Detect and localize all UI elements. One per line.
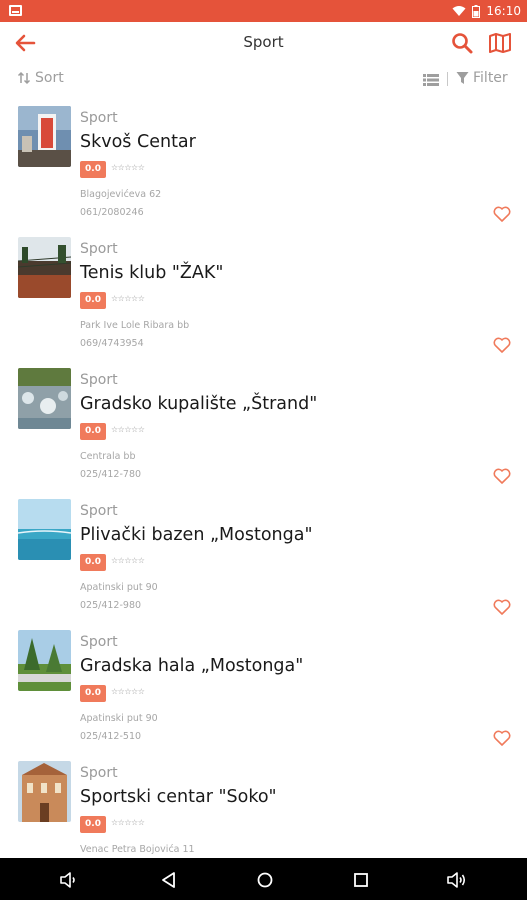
item-phone[interactable]: 061/2080246 [80, 207, 144, 218]
star-rating: ☆☆☆☆☆ [111, 294, 145, 303]
item-address: Blagojevićeva 62 [80, 189, 162, 200]
item-title[interactable]: Sportski centar "Soko" [80, 787, 277, 807]
volume-up-icon[interactable] [446, 869, 468, 891]
notification-icon [9, 5, 22, 16]
sort-button[interactable]: Sort [17, 70, 64, 86]
list-item[interactable]: Sport Plivački bazen „Mostonga" 0.0 ☆☆☆☆… [0, 489, 527, 620]
item-address: Apatinski put 90 [80, 713, 158, 724]
item-address: Centrala bb [80, 451, 136, 462]
sort-label: Sort [35, 70, 64, 86]
rating-badge: 0.0 [80, 423, 106, 440]
place-thumbnail [18, 106, 71, 167]
filter-button[interactable]: Filter [456, 70, 508, 86]
toolbar-divider [447, 72, 448, 86]
item-title[interactable]: Gradsko kupalište „Štrand" [80, 394, 317, 414]
star-rating: ☆☆☆☆☆ [111, 163, 145, 172]
item-address: Venac Petra Bojovića 11 [80, 844, 195, 855]
item-address: Park Ive Lole Ribara bb [80, 320, 190, 331]
map-icon[interactable] [486, 30, 514, 56]
item-category: Sport [80, 110, 118, 126]
place-thumbnail [18, 630, 71, 691]
item-title[interactable]: Plivački bazen „Mostonga" [80, 525, 313, 545]
list-item[interactable]: Sport Gradsko kupalište „Štrand" 0.0 ☆☆☆… [0, 358, 527, 489]
status-icons: 16:10 [452, 3, 521, 19]
star-rating: ☆☆☆☆☆ [111, 425, 145, 434]
volume-down-icon[interactable] [58, 869, 80, 891]
filter-label: Filter [473, 70, 508, 86]
heart-icon[interactable] [493, 468, 511, 484]
list-item[interactable]: Sport Sportski centar "Soko" 0.0 ☆☆☆☆☆ V… [0, 751, 527, 858]
back-nav-icon[interactable] [158, 869, 180, 891]
item-title[interactable]: Gradska hala „Mostonga" [80, 656, 303, 676]
home-nav-icon[interactable] [254, 869, 276, 891]
battery-icon [472, 4, 481, 18]
heart-icon[interactable] [493, 730, 511, 746]
item-title[interactable]: Skvoš Centar [80, 132, 196, 152]
rating-badge: 0.0 [80, 816, 106, 833]
star-rating: ☆☆☆☆☆ [111, 818, 145, 827]
item-phone[interactable]: 025/412-980 [80, 600, 141, 611]
place-thumbnail [18, 499, 71, 560]
clock: 16:10 [486, 4, 521, 18]
rating-badge: 0.0 [80, 685, 106, 702]
item-phone[interactable]: 025/412-510 [80, 731, 141, 742]
heart-icon[interactable] [493, 599, 511, 615]
place-thumbnail [18, 237, 71, 298]
app-bar: Sport [0, 22, 527, 64]
list-view-icon[interactable] [423, 72, 439, 88]
system-nav-bar [0, 858, 527, 900]
place-thumbnail [18, 368, 71, 429]
item-phone[interactable]: 025/412-780 [80, 469, 141, 480]
heart-icon[interactable] [493, 337, 511, 353]
recents-nav-icon[interactable] [350, 869, 372, 891]
item-title[interactable]: Tenis klub "ŽAK" [80, 263, 223, 283]
item-category: Sport [80, 634, 118, 650]
rating-badge: 0.0 [80, 554, 106, 571]
item-category: Sport [80, 241, 118, 257]
page-title: Sport [243, 33, 284, 51]
status-bar: 16:10 [0, 0, 527, 22]
places-list: Sport Skvoš Centar 0.0 ☆☆☆☆☆ Blagojeviće… [0, 96, 527, 858]
star-rating: ☆☆☆☆☆ [111, 556, 145, 565]
item-category: Sport [80, 765, 118, 781]
list-item[interactable]: Sport Gradska hala „Mostonga" 0.0 ☆☆☆☆☆ … [0, 620, 527, 751]
list-item[interactable]: Sport Skvoš Centar 0.0 ☆☆☆☆☆ Blagojeviće… [0, 96, 527, 227]
item-phone[interactable]: 069/4743954 [80, 338, 144, 349]
item-category: Sport [80, 503, 118, 519]
item-category: Sport [80, 372, 118, 388]
place-thumbnail [18, 761, 71, 822]
sort-filter-bar: Sort Filter [0, 64, 527, 96]
wifi-icon [452, 6, 466, 16]
filter-icon [456, 72, 469, 84]
search-icon[interactable] [449, 30, 475, 56]
rating-badge: 0.0 [80, 161, 106, 178]
list-item[interactable]: Sport Tenis klub "ŽAK" 0.0 ☆☆☆☆☆ Park Iv… [0, 227, 527, 358]
sort-icon [17, 71, 31, 85]
rating-badge: 0.0 [80, 292, 106, 309]
heart-icon[interactable] [493, 206, 511, 222]
item-address: Apatinski put 90 [80, 582, 158, 593]
star-rating: ☆☆☆☆☆ [111, 687, 145, 696]
